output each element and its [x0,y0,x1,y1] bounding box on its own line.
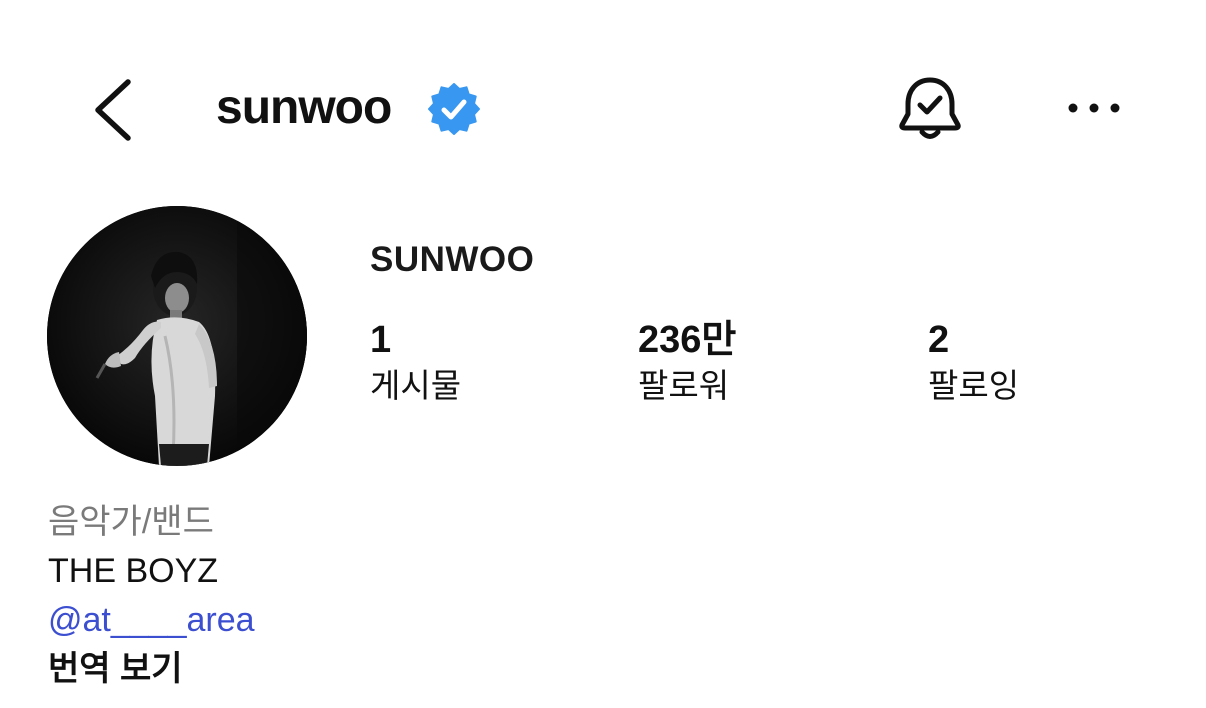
more-horizontal-icon [1068,103,1120,113]
posts-count-value: 1 [370,319,392,361]
back-button[interactable] [90,74,140,144]
profile-bio: 음악가/밴드 THE BOYZ @at____area 번역 보기 [48,498,255,694]
verified-badge-icon [428,83,480,135]
followers-count-label: 팔로워 [638,367,730,404]
profile-header: sunwoo [0,0,1206,210]
profile-photo [47,206,307,466]
notifications-button[interactable] [896,74,964,144]
bio-mention-link[interactable]: @at____area [48,596,255,645]
bio-category: 음악가/밴드 [48,503,214,541]
bell-check-icon [899,77,961,139]
following-count-label: 팔로잉 [928,367,1020,404]
profile-display-name: SUNWOO [370,240,535,279]
see-translation-button[interactable]: 번역 보기 [48,645,255,694]
followers-count[interactable]: 236만 팔로워 [638,316,736,408]
posts-count-label: 게시물 [370,367,462,404]
profile-avatar[interactable] [47,206,307,466]
header-username: sunwoo [216,81,392,134]
posts-count[interactable]: 1 게시물 [370,316,461,408]
more-options-button[interactable] [1064,90,1124,126]
following-count[interactable]: 2 팔로잉 [928,316,1019,408]
followers-count-value: 236만 [638,319,737,361]
following-count-value: 2 [928,319,950,361]
bio-text: THE BOYZ [48,552,219,590]
chevron-left-icon [95,79,131,141]
